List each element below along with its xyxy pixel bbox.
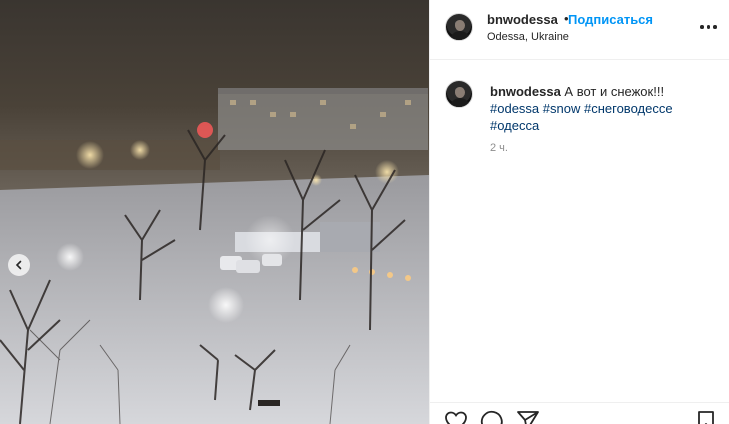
comment-icon[interactable]	[480, 410, 504, 424]
header-username[interactable]: bnwodessa	[487, 12, 558, 27]
carousel-prev-button[interactable]	[8, 254, 30, 276]
chevron-left-icon	[15, 260, 22, 270]
caption-username[interactable]: bnwodessa	[490, 84, 561, 99]
follow-button[interactable]: Подписаться	[568, 12, 653, 27]
caption-text: А вот и снежок!!!	[564, 84, 665, 99]
location-link[interactable]: Odessa, Ukraine	[487, 31, 569, 43]
caption-avatar[interactable]	[445, 80, 473, 108]
snowy-night-scene	[0, 88, 429, 424]
post-side-panel: bnwodessa • Подписаться Odessa, Ukraine …	[429, 0, 729, 424]
hashtag-link[interactable]: #снеговодессе	[584, 101, 673, 116]
bookmark-icon[interactable]	[696, 410, 716, 424]
share-icon[interactable]	[516, 410, 540, 424]
post-photo[interactable]	[0, 0, 429, 424]
action-bar	[430, 402, 729, 424]
more-horizontal-icon[interactable]	[700, 20, 718, 34]
instagram-post: bnwodessa • Подписаться Odessa, Ukraine …	[0, 0, 729, 424]
avatar[interactable]	[445, 13, 473, 41]
post-header: bnwodessa • Подписаться Odessa, Ukraine	[430, 0, 729, 60]
hashtag-link[interactable]: #одесса	[490, 118, 539, 133]
caption-text-block: bnwodessa А вот и снежок!!! #odessa #sno…	[490, 83, 710, 134]
hashtag-link[interactable]: #odessa	[490, 101, 539, 116]
heart-icon[interactable]	[444, 410, 468, 424]
post-timestamp[interactable]: 2 ч.	[490, 142, 508, 154]
hashtag-link[interactable]: #snow	[543, 101, 581, 116]
